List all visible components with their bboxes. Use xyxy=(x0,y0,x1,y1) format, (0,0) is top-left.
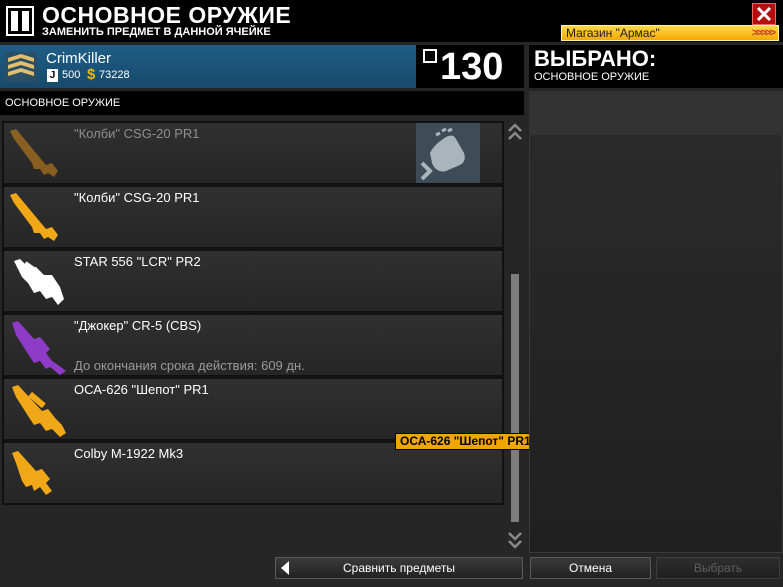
compare-label: Сравнить предметы xyxy=(342,561,456,575)
weapon-name: STAR 556 "LCR" PR2 xyxy=(74,254,201,269)
weapon-row[interactable]: "Колби" CSG-20 PR1 xyxy=(2,185,504,249)
weapon-name: "Джокер" CR-5 (CBS) xyxy=(74,318,202,333)
selected-title: ВЫБРАНО: xyxy=(534,46,657,71)
selected-preview-panel xyxy=(529,91,783,553)
page-title: ОСНОВНОЕ ОРУЖИЕ xyxy=(42,2,292,28)
j-points-icon: J xyxy=(47,69,58,82)
section-label: ОСНОВНОЕ ОРУЖИЕ xyxy=(0,91,524,115)
rank-chevron-icon xyxy=(5,52,37,82)
selected-subtitle: ОСНОВНОЕ ОРУЖИЕ xyxy=(534,71,650,83)
weapon-name: ОСА-626 "Шепот" PR1 xyxy=(74,382,209,397)
weapon-name: "Колби" CSG-20 PR1 xyxy=(74,190,200,205)
weapon-name: Colby M-1922 Mk3 xyxy=(74,446,184,461)
level-icon xyxy=(423,49,437,63)
scroll-up-icon xyxy=(508,123,522,140)
carbine-icon xyxy=(12,321,66,375)
compare-button[interactable]: Сравнить предметы xyxy=(275,557,523,579)
arrow-left-icon xyxy=(281,561,289,575)
player-level: 130 xyxy=(440,46,504,88)
weapon-row[interactable]: ОСА-626 "Шепот" PR1 xyxy=(2,377,504,441)
j-points-value: 500 xyxy=(62,69,81,81)
weapon-row[interactable]: Colby M-1922 Mk3 xyxy=(2,441,504,505)
player-name: CrimKiller xyxy=(46,50,111,67)
weapon-tooltip: ОСА-626 "Шепот" PR1 xyxy=(395,433,536,450)
equip-hand-button[interactable] xyxy=(416,123,480,183)
choose-button[interactable]: Выбрать xyxy=(656,557,780,579)
weapon-row[interactable]: "Джокер" CR-5 (CBS) До окончания срока д… xyxy=(2,313,504,377)
cancel-button[interactable]: Отмена xyxy=(530,557,651,579)
shop-label: Магазин "Армас" xyxy=(566,26,660,40)
credits-icon: $ xyxy=(87,66,96,83)
shop-button[interactable]: Магазин "Армас" >>>>> xyxy=(561,25,779,41)
weapon-row[interactable]: "Колби" CSG-20 PR1 xyxy=(2,121,504,185)
expiry-text: До окончания срока действия: 609 дн. xyxy=(74,358,305,373)
selected-preview-header xyxy=(529,91,783,135)
weapon-name: "Колби" CSG-20 PR1 xyxy=(74,126,200,141)
weapon-row[interactable]: STAR 556 "LCR" PR2 xyxy=(2,249,504,313)
scroll-down-icon xyxy=(508,532,522,549)
hand-icon xyxy=(420,127,465,181)
rifle-icon xyxy=(10,129,58,177)
rifle-icon xyxy=(10,193,58,241)
close-button[interactable] xyxy=(752,3,776,25)
chevrons-right-icon: >>>>> xyxy=(751,27,776,39)
assault-rifle-icon xyxy=(14,259,64,305)
page-subtitle: ЗАМЕНИТЬ ПРЕДМЕТ В ДАННОЙ ЯЧЕЙКЕ xyxy=(42,26,271,38)
scrollbar-thumb[interactable] xyxy=(511,274,519,522)
sniper-rifle-icon xyxy=(12,385,66,437)
credits-value: 73228 xyxy=(99,69,130,81)
close-icon xyxy=(756,6,772,22)
weapon-slot-icon xyxy=(6,6,34,36)
smg-icon xyxy=(12,451,52,495)
